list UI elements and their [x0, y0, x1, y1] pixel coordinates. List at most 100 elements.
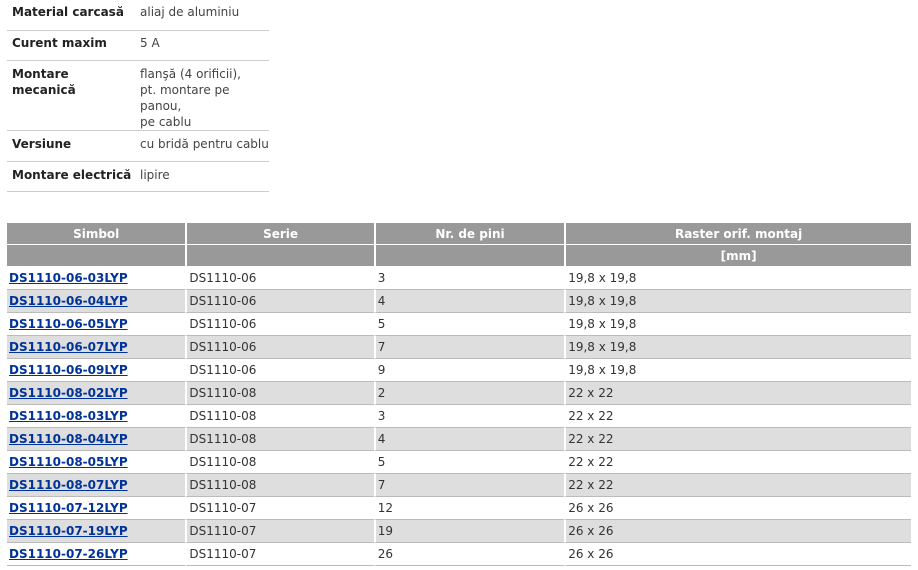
cell-series: DS1110-08	[185, 451, 374, 474]
spec-value-line: flanşă (4 orificii),	[140, 67, 241, 81]
table-header-row: Simbol Serie Nr. de pini Raster orif. mo…	[7, 223, 911, 245]
cell-symbol: DS1110-07-19LYP	[7, 520, 186, 543]
cell-pins: 26	[373, 543, 565, 566]
cell-series: DS1110-06	[185, 359, 374, 382]
cell-pins: 5	[373, 451, 565, 474]
cell-pins: 9	[373, 359, 565, 382]
cell-raster: 22 x 22	[564, 428, 911, 451]
cell-symbol: DS1110-06-04LYP	[7, 290, 186, 313]
column-header-raster: Raster orif. montaj	[564, 223, 911, 245]
specifications-table: Material carcasă aliaj de aluminiu Curen…	[7, 0, 269, 192]
table-row: DS1110-07-26LYP DS1110-07 26 26 x 26	[7, 543, 911, 566]
cell-raster: 19,8 x 19,8	[564, 313, 911, 336]
cell-pins: 4	[373, 290, 565, 313]
cell-raster: 19,8 x 19,8	[564, 290, 911, 313]
cell-pins: 3	[373, 267, 565, 290]
product-symbol-link[interactable]: DS1110-08-05LYP	[9, 455, 128, 469]
subheader-empty	[373, 245, 565, 267]
spec-row-version: Versiune cu bridă pentru cablu	[7, 130, 269, 162]
cell-series: DS1110-06	[185, 313, 374, 336]
spec-row-material: Material carcasă aliaj de aluminiu	[7, 0, 269, 31]
table-row: DS1110-08-04LYP DS1110-08 4 22 x 22	[7, 428, 911, 451]
product-symbol-link[interactable]: DS1110-06-03LYP	[9, 271, 128, 285]
column-header-symbol: Simbol	[7, 223, 186, 245]
table-row: DS1110-06-07LYP DS1110-06 7 19,8 x 19,8	[7, 336, 911, 359]
spec-row-current: Curent maxim 5 A	[7, 30, 269, 61]
cell-raster: 22 x 22	[564, 382, 911, 405]
cell-pins: 19	[373, 520, 565, 543]
spec-value-line: pt. montare pe panou,	[140, 83, 230, 113]
cell-symbol: DS1110-08-04LYP	[7, 428, 186, 451]
subheader-unit: [mm]	[564, 245, 911, 267]
spec-value: lipire	[136, 161, 269, 192]
cell-pins: 5	[373, 313, 565, 336]
table-row: DS1110-08-05LYP DS1110-08 5 22 x 22	[7, 451, 911, 474]
table-row: DS1110-06-05LYP DS1110-06 5 19,8 x 19,8	[7, 313, 911, 336]
spec-label: Curent maxim	[7, 30, 136, 61]
spec-row-mechanical-mounting: Montare mecanică flanşă (4 orificii), pt…	[7, 60, 269, 131]
spec-label: Material carcasă	[7, 0, 136, 31]
cell-series: DS1110-07	[185, 520, 374, 543]
cell-series: DS1110-08	[185, 428, 374, 451]
cell-series: DS1110-07	[185, 497, 374, 520]
spec-value: flanşă (4 orificii), pt. montare pe pano…	[136, 60, 269, 131]
cell-raster: 26 x 26	[564, 497, 911, 520]
cell-pins: 2	[373, 382, 565, 405]
cell-series: DS1110-08	[185, 382, 374, 405]
product-symbol-link[interactable]: DS1110-08-04LYP	[9, 432, 128, 446]
cell-symbol: DS1110-07-12LYP	[7, 497, 186, 520]
table-row: DS1110-08-03LYP DS1110-08 3 22 x 22	[7, 405, 911, 428]
cell-raster: 22 x 22	[564, 405, 911, 428]
product-symbol-link[interactable]: DS1110-08-07LYP	[9, 478, 128, 492]
subheader-empty	[7, 245, 186, 267]
product-symbol-link[interactable]: DS1110-06-09LYP	[9, 363, 128, 377]
cell-symbol: DS1110-08-07LYP	[7, 474, 186, 497]
spec-value-line: pe cablu	[140, 115, 192, 129]
cell-pins: 7	[373, 474, 565, 497]
spec-value: 5 A	[136, 30, 269, 61]
product-symbol-link[interactable]: DS1110-06-05LYP	[9, 317, 128, 331]
cell-series: DS1110-08	[185, 405, 374, 428]
cell-series: DS1110-06	[185, 336, 374, 359]
cell-symbol: DS1110-08-02LYP	[7, 382, 186, 405]
spec-value: cu bridă pentru cablu	[136, 130, 269, 162]
table-subheader-row: [mm]	[7, 245, 911, 267]
subheader-empty	[185, 245, 374, 267]
product-symbol-link[interactable]: DS1110-08-03LYP	[9, 409, 128, 423]
product-symbol-link[interactable]: DS1110-06-07LYP	[9, 340, 128, 354]
table-row: DS1110-07-12LYP DS1110-07 12 26 x 26	[7, 497, 911, 520]
product-symbol-link[interactable]: DS1110-08-02LYP	[9, 386, 128, 400]
column-header-series: Serie	[185, 223, 374, 245]
cell-raster: 22 x 22	[564, 451, 911, 474]
cell-pins: 7	[373, 336, 565, 359]
cell-symbol: DS1110-08-05LYP	[7, 451, 186, 474]
product-symbol-link[interactable]: DS1110-07-12LYP	[9, 501, 128, 515]
product-symbol-link[interactable]: DS1110-07-26LYP	[9, 547, 128, 561]
column-header-pins: Nr. de pini	[373, 223, 565, 245]
cell-raster: 19,8 x 19,8	[564, 336, 911, 359]
cell-pins: 3	[373, 405, 565, 428]
spec-row-electrical-mounting: Montare electrică lipire	[7, 161, 269, 192]
products-table: Simbol Serie Nr. de pini Raster orif. mo…	[7, 223, 911, 566]
product-symbol-link[interactable]: DS1110-07-19LYP	[9, 524, 128, 538]
cell-raster: 26 x 26	[564, 520, 911, 543]
product-symbol-link[interactable]: DS1110-06-04LYP	[9, 294, 128, 308]
spec-value: aliaj de aluminiu	[136, 0, 269, 31]
cell-raster: 26 x 26	[564, 543, 911, 566]
cell-raster: 19,8 x 19,8	[564, 267, 911, 290]
table-row: DS1110-06-09LYP DS1110-06 9 19,8 x 19,8	[7, 359, 911, 382]
cell-symbol: DS1110-06-09LYP	[7, 359, 186, 382]
cell-series: DS1110-08	[185, 474, 374, 497]
cell-symbol: DS1110-06-07LYP	[7, 336, 186, 359]
spec-label: Montare electrică	[7, 161, 136, 192]
table-row: DS1110-08-02LYP DS1110-08 2 22 x 22	[7, 382, 911, 405]
cell-symbol: DS1110-07-26LYP	[7, 543, 186, 566]
cell-symbol: DS1110-06-03LYP	[7, 267, 186, 290]
cell-series: DS1110-07	[185, 543, 374, 566]
table-body: DS1110-06-03LYP DS1110-06 3 19,8 x 19,8 DS11…	[7, 267, 911, 566]
cell-series: DS1110-06	[185, 267, 374, 290]
cell-series: DS1110-06	[185, 290, 374, 313]
cell-pins: 4	[373, 428, 565, 451]
table-row: DS1110-07-19LYP DS1110-07 19 26 x 26	[7, 520, 911, 543]
spec-label: Montare mecanică	[7, 60, 136, 131]
